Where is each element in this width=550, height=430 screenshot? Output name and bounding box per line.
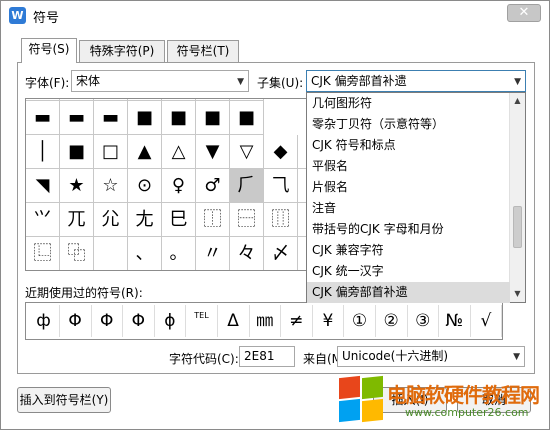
symbol-cell[interactable]: 。 xyxy=(162,237,196,270)
scroll-down-icon[interactable]: ▼ xyxy=(510,286,525,302)
symbol-cell[interactable]: ■ xyxy=(162,101,196,135)
watermark-url: www.computer26.com xyxy=(405,406,529,419)
chevron-down-icon: ▼ xyxy=(237,77,244,87)
font-label: 字体(F): xyxy=(25,76,70,90)
symbol-cell[interactable]: ▽ xyxy=(230,135,264,169)
symbol-cell[interactable]: □ xyxy=(94,135,128,169)
symbol-cell[interactable]: ☆ xyxy=(94,169,128,203)
watermark-title: 电脑软硬件教程网 xyxy=(387,383,540,407)
char-code-label: 字符代码(C): xyxy=(169,352,239,366)
subset-select[interactable]: CJK 偏旁部首补遗 ▼ xyxy=(306,70,526,92)
font-select[interactable]: 宋体 ▼ xyxy=(71,70,249,92)
recent-symbol-cell[interactable]: № xyxy=(439,305,471,337)
recent-symbol-cell[interactable]: ② xyxy=(376,305,408,337)
symbol-dialog: W 符号 ✕ 符号(S) 特殊字符(P) 符号栏(T) 字体(F): 宋体 ▼ … xyxy=(0,0,550,430)
symbol-cell[interactable]: ⿱ xyxy=(230,203,264,237)
recent-symbol-cell[interactable]: ③ xyxy=(407,305,440,337)
symbol-cell[interactable]: ▬ xyxy=(60,101,94,135)
symbol-cell[interactable]: ◆ xyxy=(264,135,298,169)
tab-symbol-bar[interactable]: 符号栏(T) xyxy=(167,40,239,62)
symbol-cell[interactable]: ⿺ xyxy=(26,237,60,270)
symbol-cell[interactable]: ■ xyxy=(230,101,264,135)
symbol-cell[interactable]: ★ xyxy=(60,169,94,203)
char-code-input[interactable]: 2E81 xyxy=(239,346,295,367)
from-select[interactable]: Unicode(十六进制) ▼ xyxy=(337,346,525,367)
symbol-cell[interactable]: ▬ xyxy=(94,101,128,135)
insert-to-bar-button[interactable]: 插入到符号栏(Y) xyxy=(17,387,111,413)
chevron-down-icon: ▼ xyxy=(513,352,520,362)
recent-symbol-cell[interactable]: ① xyxy=(344,305,376,337)
symbol-cell[interactable]: ⺁ xyxy=(230,169,264,203)
watermark: 电脑软硬件教程网 www.computer26.com xyxy=(339,373,549,429)
symbol-cell[interactable]: ⿻ xyxy=(60,237,94,270)
subset-option[interactable]: 片假名 xyxy=(307,177,510,198)
symbol-cell[interactable]: △ xyxy=(162,135,196,169)
symbol-cell[interactable]: 〃 xyxy=(196,237,230,270)
subset-label: 子集(U): xyxy=(257,76,304,90)
recent-symbol-cell[interactable]: Δ xyxy=(218,305,250,337)
symbol-cell[interactable]: ⿲ xyxy=(264,203,298,237)
title-bar: W 符号 ✕ xyxy=(1,1,549,31)
scroll-thumb[interactable] xyxy=(513,206,522,248)
tab-special-chars[interactable]: 特殊字符(P) xyxy=(79,40,165,62)
subset-option[interactable]: CJK 偏旁部首补遗 xyxy=(307,282,510,303)
subset-option[interactable]: 零杂丁贝符（示意符等） xyxy=(307,114,510,135)
recent-label: 近期使用过的符号(R): xyxy=(25,286,143,300)
scroll-up-icon[interactable]: ▲ xyxy=(510,93,525,109)
subset-option[interactable]: 几何图形符 xyxy=(307,93,510,114)
recent-symbol-cell[interactable]: Φ xyxy=(60,305,92,337)
subset-option[interactable]: CJK 兼容字符 xyxy=(307,240,510,261)
symbol-cell[interactable]: 々 xyxy=(230,237,264,270)
symbol-cell[interactable]: ▼ xyxy=(196,135,230,169)
subset-option[interactable]: 平假名 xyxy=(307,156,510,177)
recent-symbol-cell[interactable]: ϕ xyxy=(154,305,187,337)
symbol-cell[interactable]: ⺏ xyxy=(94,203,128,237)
subset-option[interactable]: 注音 xyxy=(307,198,510,219)
recent-symbol-cell[interactable]: TEL xyxy=(186,305,218,337)
subset-option[interactable]: CJK 符号和标点 xyxy=(307,135,510,156)
tab-symbols[interactable]: 符号(S) xyxy=(21,38,77,63)
symbol-cell[interactable]: │ xyxy=(26,135,60,169)
window-title: 符号 xyxy=(33,11,60,26)
symbol-cell[interactable]: ⺎ xyxy=(60,203,94,237)
subset-option[interactable]: CJK 统一汉字 xyxy=(307,261,510,282)
symbol-cell[interactable]: ⺍ xyxy=(26,203,60,237)
symbol-cell[interactable]: ⊙ xyxy=(128,169,162,203)
symbol-cell[interactable]: ▬ xyxy=(26,101,60,135)
dropdown-scrollbar[interactable]: ▲ ▼ xyxy=(509,93,525,302)
subset-dropdown-list: ▲ ▼ 几何图形符 零杂丁贝符（示意符等） CJK 符号和标点 平假名 片假名 注音 带括号… xyxy=(306,92,526,303)
symbol-cell[interactable]: ■ xyxy=(60,135,94,169)
symbol-cell[interactable]: ⺐ xyxy=(128,203,162,237)
subset-select-value: CJK 偏旁部首补遗 xyxy=(311,74,407,88)
symbol-cell[interactable]: ■ xyxy=(128,101,162,135)
symbol-cell[interactable] xyxy=(94,237,128,270)
recent-symbol-cell[interactable]: ¥ xyxy=(312,305,345,337)
windows-logo-icon xyxy=(339,375,385,423)
font-select-value: 宋体 xyxy=(76,74,101,88)
recent-symbol-cell[interactable]: ≠ xyxy=(281,305,313,337)
recent-symbol-cell[interactable]: √ xyxy=(470,305,503,337)
symbol-cell[interactable]: ⺄ xyxy=(264,169,298,203)
symbol-cell[interactable]: ▲ xyxy=(128,135,162,169)
symbol-cell[interactable]: 〆 xyxy=(264,237,298,270)
symbol-cell[interactable]: ⺒ xyxy=(162,203,196,237)
symbol-cell[interactable]: ⿰ xyxy=(196,203,230,237)
recent-symbol-cell[interactable]: ф xyxy=(28,305,60,337)
recent-symbol-cell[interactable]: ㎜ xyxy=(249,305,282,337)
symbol-cell[interactable]: ■ xyxy=(196,101,230,135)
recent-symbols-bar: ф Φ Φ Φϕ TEL Δ ㎜ ≠ ¥ ① ② ③ № √ xyxy=(25,302,503,340)
close-button[interactable]: ✕ xyxy=(507,4,541,22)
chevron-down-icon: ▼ xyxy=(514,77,521,87)
symbol-cell[interactable]: ◥ xyxy=(26,169,60,203)
symbol-cell[interactable]: ♂ xyxy=(196,169,230,203)
subset-option[interactable]: 带括号的CJK 字母和月份 xyxy=(307,219,510,240)
recent-symbol-cell[interactable]: Φ xyxy=(123,305,155,337)
symbol-cell[interactable]: ♀ xyxy=(162,169,196,203)
wps-writer-icon: W xyxy=(9,7,26,24)
recent-symbol-cell[interactable]: Φ xyxy=(91,305,124,337)
from-select-value: Unicode(十六进制) xyxy=(342,349,449,363)
symbol-cell[interactable]: 、 xyxy=(128,237,162,270)
